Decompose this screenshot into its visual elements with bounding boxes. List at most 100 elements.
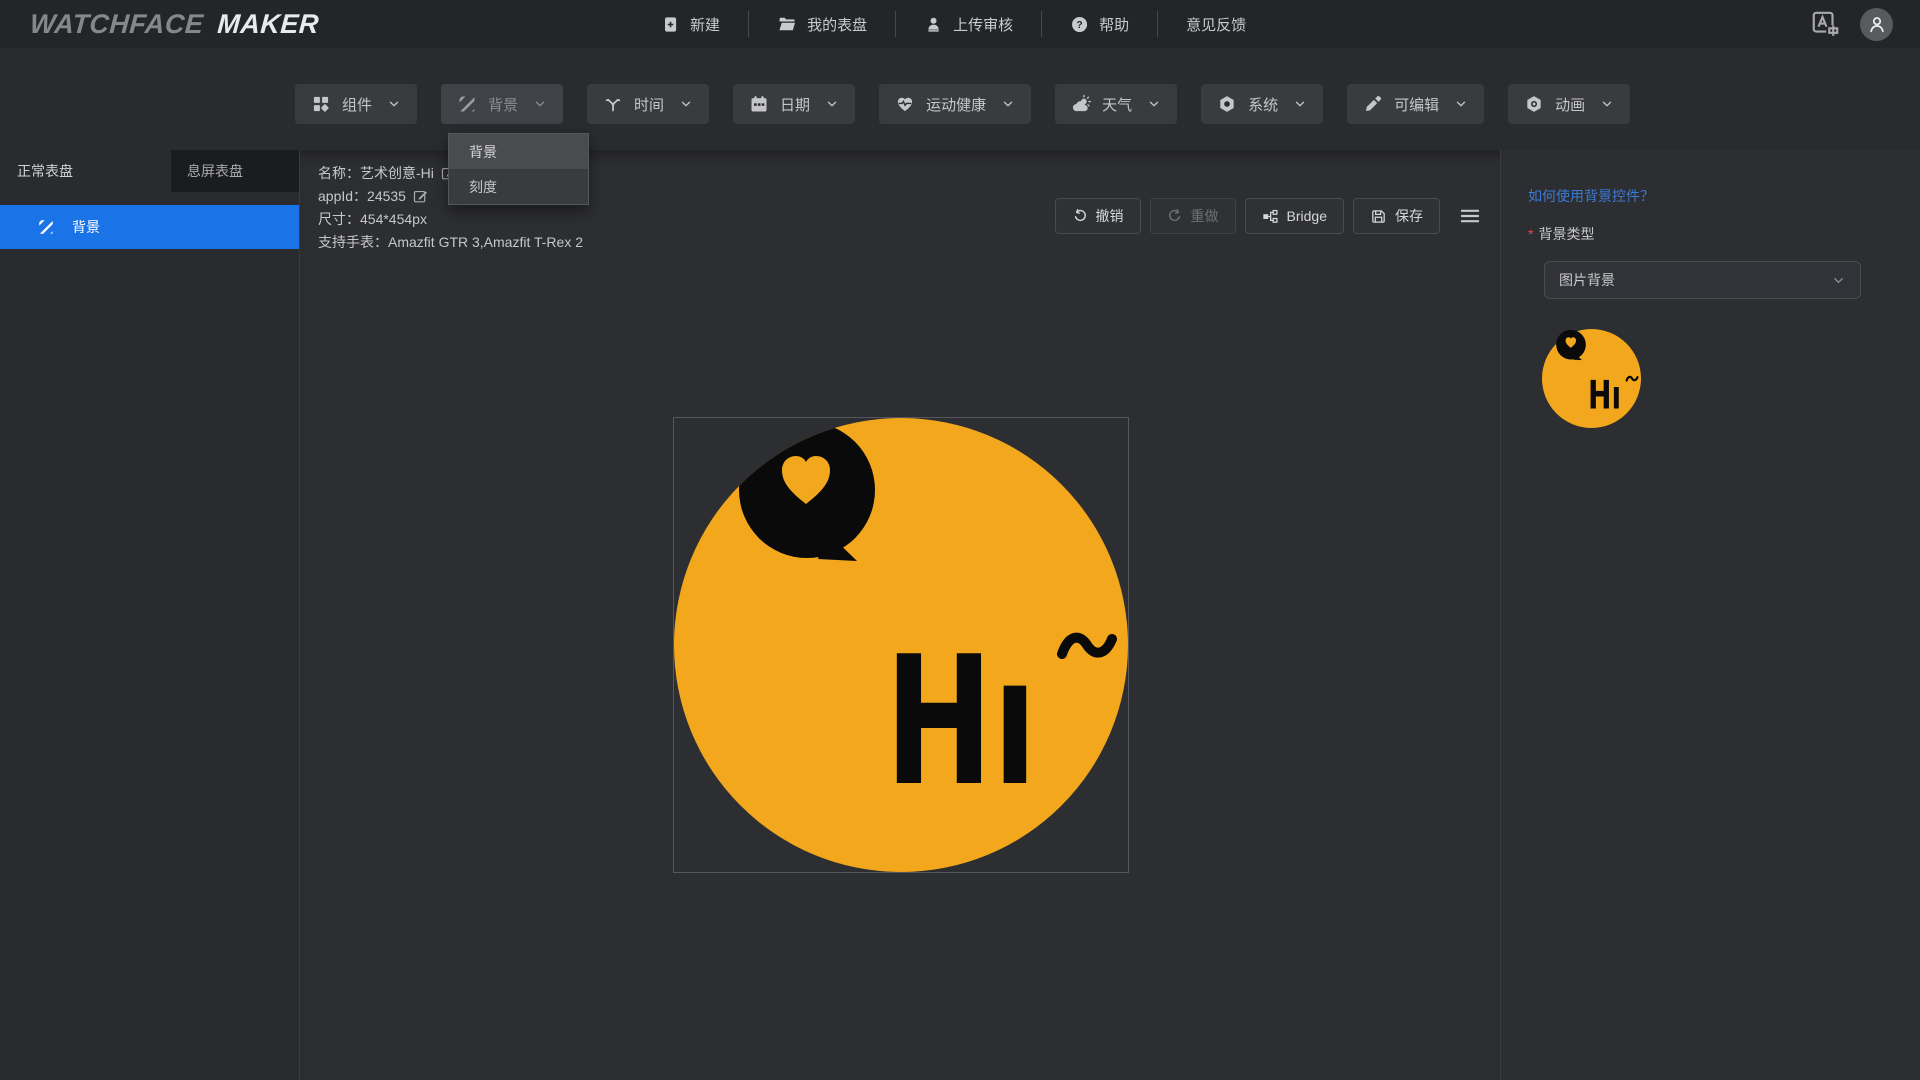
design-canvas[interactable]: Hı bbox=[673, 417, 1129, 873]
meta-appid: appId：24535 bbox=[318, 188, 406, 204]
nav-upload-review[interactable]: 上传审核 bbox=[896, 14, 1041, 35]
tab-normal-watchface[interactable]: 正常表盘 bbox=[0, 150, 171, 192]
nav-feedback-label: 意见反馈 bbox=[1186, 16, 1247, 34]
bg-type-select[interactable]: 图片背景 bbox=[1544, 261, 1861, 299]
toolbar-animation-label: 动画 bbox=[1555, 96, 1586, 114]
calendar-icon bbox=[749, 94, 769, 114]
chevron-down-icon bbox=[1147, 97, 1161, 111]
pencil-edit-icon bbox=[1363, 94, 1383, 114]
toolbar-health-button[interactable]: 运动健康 bbox=[879, 84, 1032, 124]
heart-pulse-icon bbox=[895, 94, 915, 114]
chevron-down-icon bbox=[1293, 97, 1307, 111]
dropdown-item-scale[interactable]: 刻度 bbox=[449, 169, 588, 204]
toolbar-time-button[interactable]: 时间 bbox=[587, 84, 710, 124]
background-image-thumbnail[interactable]: Hı bbox=[1542, 329, 1641, 428]
content-row: 正常表盘 息屏表盘 背景 名称：艺术创意-Hi appId：24535 尺寸：4… bbox=[0, 150, 1920, 1080]
main-nav: 新建 我的表盘 上传审核 ? 帮助 意见反馈 bbox=[633, 0, 1274, 48]
toolbar-editable-button[interactable]: 可编辑 bbox=[1347, 84, 1485, 124]
canvas-area: 名称：艺术创意-Hi appId：24535 尺寸：454*454px 支持手表… bbox=[300, 150, 1500, 1080]
translate-icon[interactable] bbox=[1810, 9, 1840, 39]
toolbar-animation-button[interactable]: 动画 bbox=[1508, 84, 1631, 124]
nav-upload-review-label: 上传审核 bbox=[953, 16, 1014, 34]
svg-text:?: ? bbox=[1076, 20, 1082, 31]
help-link[interactable]: 如何使用背景控件？ bbox=[1528, 186, 1654, 206]
meta-watches: 支持手表：Amazfit GTR 3,Amazfit T-Rex 2 bbox=[318, 234, 584, 250]
components-grid-icon bbox=[311, 94, 331, 114]
layer-item-background[interactable]: 背景 bbox=[0, 205, 299, 249]
app-logo[interactable]: WATCHFACE MAKER bbox=[29, 9, 320, 40]
chevron-down-icon bbox=[1001, 97, 1015, 111]
meta-size: 尺寸：454*454px bbox=[318, 211, 427, 227]
meta-name: 名称：艺术创意-Hi bbox=[318, 165, 434, 181]
bridge-nodes-icon bbox=[1262, 208, 1279, 225]
menu-hamburger-icon[interactable] bbox=[1457, 203, 1483, 229]
background-stripes-icon bbox=[457, 94, 477, 114]
bridge-button[interactable]: Bridge bbox=[1244, 198, 1344, 234]
nut-icon bbox=[1217, 94, 1237, 114]
toolbar-date-button[interactable]: 日期 bbox=[733, 84, 856, 124]
undo-button[interactable]: 撤销 bbox=[1054, 198, 1141, 234]
help-icon: ? bbox=[1070, 15, 1089, 34]
chevron-down-icon bbox=[1600, 97, 1614, 111]
undo-label: 撤销 bbox=[1095, 208, 1124, 224]
chevron-down-icon bbox=[387, 97, 401, 111]
folder-icon bbox=[777, 14, 797, 34]
header: WATCHFACE MAKER 新建 我的表盘 上传审核 ? 帮助 意见反馈 bbox=[0, 0, 1920, 48]
time-hands-icon bbox=[603, 94, 623, 114]
required-asterisk: * bbox=[1528, 226, 1534, 242]
avatar[interactable] bbox=[1860, 7, 1893, 41]
bg-type-label: 背景类型 bbox=[1538, 226, 1595, 242]
sun-cloud-icon bbox=[1071, 94, 1091, 114]
background-dropdown-menu: 背景 刻度 bbox=[448, 133, 589, 205]
widget-toolbar: 组件 背景 时间 日期 运动健康 天气 系统 可编辑 动画 bbox=[295, 84, 1631, 124]
canvas-actions: 撤销 重做 Bridge 保存 bbox=[1054, 198, 1483, 234]
person-icon bbox=[924, 15, 943, 34]
save-button[interactable]: 保存 bbox=[1353, 198, 1440, 234]
svg-text:Hı: Hı bbox=[1588, 374, 1621, 419]
toolbar-strip: 组件 背景 时间 日期 运动健康 天气 系统 可编辑 动画 bbox=[0, 48, 1920, 150]
chevron-down-icon bbox=[533, 97, 547, 111]
layer-item-label: 背景 bbox=[72, 219, 100, 235]
chevron-down-icon bbox=[825, 97, 839, 111]
nav-help[interactable]: ? 帮助 bbox=[1042, 14, 1157, 35]
toolbar-components-button[interactable]: 组件 bbox=[295, 84, 418, 124]
nav-help-label: 帮助 bbox=[1099, 16, 1130, 34]
bridge-label: Bridge bbox=[1286, 208, 1327, 224]
nav-new[interactable]: 新建 bbox=[633, 14, 748, 35]
save-floppy-icon bbox=[1370, 208, 1387, 225]
chevron-down-icon bbox=[1454, 97, 1468, 111]
header-right bbox=[1810, 7, 1893, 41]
watchface-preview[interactable]: Hı bbox=[674, 418, 1128, 872]
watchface-mode-tabs: 正常表盘 息屏表盘 bbox=[0, 150, 299, 192]
nav-my-watchfaces[interactable]: 我的表盘 bbox=[749, 14, 895, 35]
toolbar-weather-button[interactable]: 天气 bbox=[1055, 84, 1178, 124]
nav-feedback[interactable]: 意见反馈 bbox=[1158, 14, 1274, 35]
nav-new-label: 新建 bbox=[690, 16, 721, 34]
toolbar-components-label: 组件 bbox=[342, 96, 373, 114]
save-label: 保存 bbox=[1395, 208, 1423, 224]
toolbar-weather-label: 天气 bbox=[1102, 96, 1133, 114]
nav-my-watchfaces-label: 我的表盘 bbox=[807, 16, 868, 34]
bg-type-select-value: 图片背景 bbox=[1559, 272, 1615, 288]
toolbar-system-button[interactable]: 系统 bbox=[1201, 84, 1324, 124]
bg-type-row: * 背景类型 bbox=[1528, 224, 1893, 244]
toolbar-system-label: 系统 bbox=[1248, 96, 1279, 114]
toolbar-health-label: 运动健康 bbox=[926, 96, 987, 114]
redo-button[interactable]: 重做 bbox=[1149, 198, 1236, 234]
tab-aod-watchface[interactable]: 息屏表盘 bbox=[171, 150, 299, 192]
toolbar-time-label: 时间 bbox=[634, 96, 665, 114]
logo-primary: WATCHFACE bbox=[28, 8, 205, 39]
toolbar-background-button[interactable]: 背景 bbox=[441, 84, 564, 124]
layers-sidebar: 正常表盘 息屏表盘 背景 bbox=[0, 150, 300, 1080]
toolbar-date-label: 日期 bbox=[780, 96, 811, 114]
toolbar-background-label: 背景 bbox=[488, 96, 519, 114]
tab-normal-label: 正常表盘 bbox=[17, 163, 73, 179]
tab-aod-label: 息屏表盘 bbox=[187, 163, 243, 179]
redo-icon bbox=[1167, 208, 1183, 224]
redo-label: 重做 bbox=[1190, 208, 1219, 224]
logo-secondary: MAKER bbox=[216, 8, 321, 39]
dropdown-item-background[interactable]: 背景 bbox=[449, 134, 588, 169]
edit-appid-icon[interactable] bbox=[412, 188, 429, 205]
chevron-down-icon bbox=[1831, 273, 1846, 288]
hexagon-circle-icon bbox=[1524, 94, 1544, 114]
